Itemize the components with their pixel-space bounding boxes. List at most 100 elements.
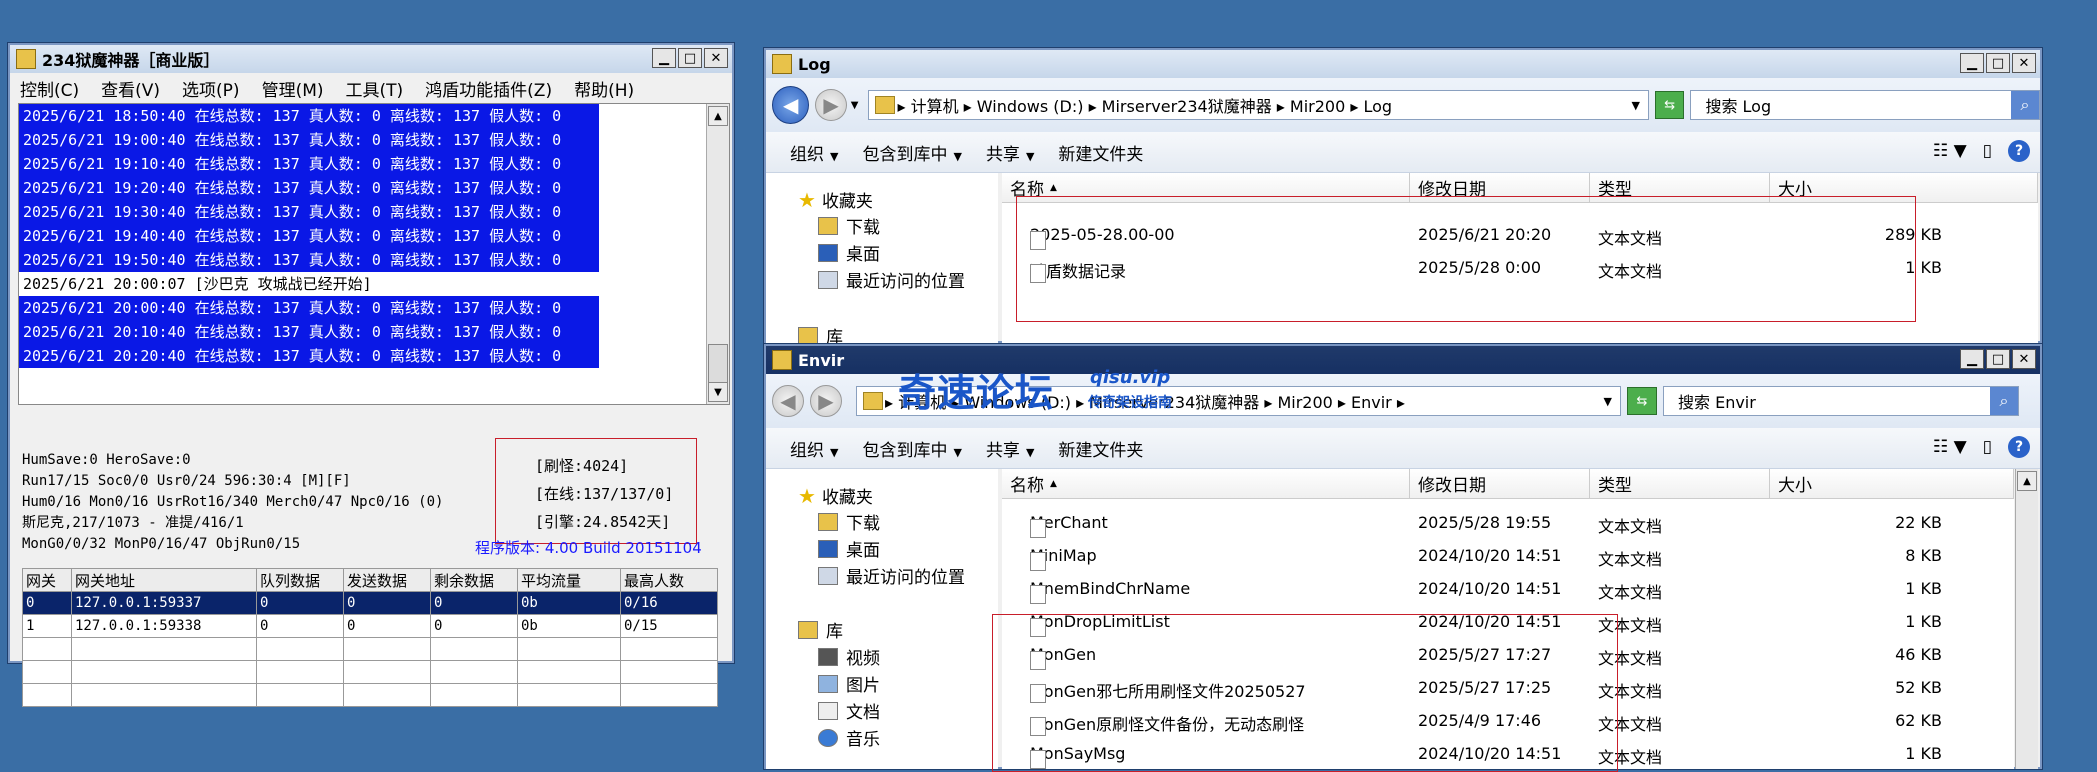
close-button[interactable]: ✕ (2012, 349, 2036, 369)
maximize-button[interactable]: □ (1986, 349, 2010, 369)
search-icon[interactable]: ⌕ (2011, 91, 2039, 119)
minimize-button[interactable]: ▁ (652, 48, 676, 68)
menu-view[interactable]: 查看(V) (101, 76, 160, 101)
envir-scrollbar[interactable]: ▲ (2015, 469, 2038, 769)
mir-title-bar[interactable]: 234狱魔神器［商业版］ ▁ □ ✕ (10, 45, 732, 73)
column-name[interactable]: 名称 ▲ (1002, 469, 1410, 499)
nav-downloads[interactable]: 下载 (818, 509, 880, 534)
share-button[interactable]: 共享 ▼ (986, 140, 1034, 165)
log-textarea[interactable]: 2025/6/21 18:50:40 在线总数: 137 真人数: 0 离线数:… (18, 103, 730, 405)
scroll-up-arrow[interactable]: ▲ (2017, 471, 2037, 491)
stat-monsters: [刷怪:4024] (535, 457, 629, 475)
scroll-thumb[interactable] (708, 344, 728, 386)
log-line[interactable]: 2025/6/21 20:10:40 在线总数: 137 真人数: 0 离线数:… (19, 320, 599, 344)
preview-pane-icon[interactable]: ▯ (1983, 141, 1992, 161)
log-line[interactable]: 2025/6/21 19:00:40 在线总数: 137 真人数: 0 离线数:… (19, 128, 599, 152)
include-library-button[interactable]: 包含到库中 ▼ (862, 436, 961, 461)
log-line[interactable]: 2025/6/21 19:40:40 在线总数: 137 真人数: 0 离线数:… (19, 224, 599, 248)
nav-library[interactable]: 库 (798, 617, 843, 642)
menu-manage[interactable]: 管理(M) (262, 76, 324, 101)
menu-tools[interactable]: 工具(T) (346, 76, 404, 101)
history-dropdown-icon[interactable]: ▼ (851, 100, 859, 111)
nav-recent[interactable]: 最近访问的位置 (818, 563, 965, 588)
forward-arrow-icon[interactable]: ▶ (815, 89, 847, 121)
file-row[interactable]: MerChant 2025/5/28 19:55 文本文档 22 KB (1002, 507, 2014, 540)
forward-arrow-icon[interactable]: ▶ (810, 385, 842, 417)
log-line[interactable]: 2025/6/21 18:50:40 在线总数: 137 真人数: 0 离线数:… (19, 104, 599, 128)
minimize-button[interactable]: ▁ (1960, 53, 1984, 73)
log-line[interactable]: 2025/6/21 19:20:40 在线总数: 137 真人数: 0 离线数:… (19, 176, 599, 200)
organize-button[interactable]: 组织 ▼ (790, 140, 838, 165)
file-row[interactable]: MnemBindChrName 2024/10/20 14:51 文本文档 1 KB (1002, 573, 2014, 606)
help-icon[interactable]: ? (2008, 140, 2030, 162)
new-folder-button[interactable]: 新建文件夹 (1058, 436, 1143, 461)
menu-options[interactable]: 选项(P) (182, 76, 240, 101)
menu-plugin[interactable]: 鸿盾功能插件(Z) (425, 76, 552, 101)
log-scrollbar[interactable]: ▲ ▼ (706, 104, 729, 404)
maximize-button[interactable]: □ (678, 48, 702, 68)
nav-documents[interactable]: 文档 (818, 698, 880, 723)
grid-header[interactable]: 网关地址 (71, 568, 257, 592)
mir-title: 234狱魔神器［商业版］ (42, 51, 220, 70)
grid-header[interactable]: 队列数据 (256, 568, 344, 592)
log-search-input[interactable]: 搜索 Log ⌕ (1690, 90, 2040, 120)
view-options-icon[interactable]: ☷ ▼ (1933, 437, 1967, 457)
log-line[interactable]: 2025/6/21 20:20:40 在线总数: 137 真人数: 0 离线数:… (19, 344, 599, 368)
grid-cell: 0 (430, 591, 518, 615)
nav-desktop[interactable]: 桌面 (818, 240, 880, 265)
column-date[interactable]: 修改日期 (1410, 469, 1590, 499)
include-library-button[interactable]: 包含到库中 ▼ (862, 140, 961, 165)
grid-header[interactable]: 网关 (22, 568, 72, 592)
file-row[interactable]: MiniMap 2024/10/20 14:51 文本文档 8 KB (1002, 540, 2014, 573)
nav-favorites[interactable]: ★ 收藏夹 (798, 187, 873, 213)
close-button[interactable]: ✕ (2012, 53, 2036, 73)
view-options-icon[interactable]: ☷ ▼ (1933, 141, 1967, 161)
table-row[interactable]: 0 127.0.0.1:59337 0 0 0 0b 0/16 (22, 591, 718, 615)
scroll-down-arrow[interactable]: ▼ (708, 382, 728, 402)
column-type[interactable]: 类型 (1590, 469, 1770, 499)
column-size[interactable]: 大小 (1770, 469, 2014, 499)
back-arrow-icon[interactable]: ◀ (772, 385, 804, 417)
log-line[interactable]: 2025/6/21 19:10:40 在线总数: 137 真人数: 0 离线数:… (19, 152, 599, 176)
log-breadcrumb[interactable]: ▸ 计算机 ▸ Windows (D:) ▸ Mirserver234狱魔神器 … (868, 90, 1649, 120)
table-row[interactable]: 1 127.0.0.1:59338 0 0 0 0b 0/15 (22, 614, 718, 638)
chevron-down-icon[interactable]: ▼ (1632, 99, 1640, 112)
grid-header[interactable]: 剩余数据 (430, 568, 518, 592)
minimize-button[interactable]: ▁ (1960, 349, 1984, 369)
nav-downloads[interactable]: 下载 (818, 213, 880, 238)
log-line[interactable]: 2025/6/21 20:00:40 在线总数: 137 真人数: 0 离线数:… (19, 296, 599, 320)
new-folder-button[interactable]: 新建文件夹 (1058, 140, 1143, 165)
organize-button[interactable]: 组织 ▼ (790, 436, 838, 461)
refresh-icon[interactable]: ⇆ (1627, 387, 1657, 415)
log-line[interactable]: 2025/6/21 20:00:07 [沙巴克 攻城战已经开始] (19, 272, 729, 296)
back-arrow-icon[interactable]: ◀ (772, 86, 810, 124)
status-line: 斯尼克,217/1073 - 准提/416/1 (22, 515, 244, 531)
nav-video[interactable]: 视频 (818, 644, 880, 669)
recent-places-icon (818, 270, 838, 289)
file-name: MiniMap (1030, 546, 1097, 571)
help-icon[interactable]: ? (2008, 436, 2030, 458)
close-button[interactable]: ✕ (704, 48, 728, 68)
nav-favorites[interactable]: ★ 收藏夹 (798, 483, 873, 509)
log-line[interactable]: 2025/6/21 19:30:40 在线总数: 137 真人数: 0 离线数:… (19, 200, 599, 224)
grid-header[interactable]: 最高人数 (620, 568, 718, 592)
search-icon[interactable]: ⌕ (1990, 387, 2018, 415)
refresh-icon[interactable]: ⇆ (1654, 91, 1685, 119)
log-line[interactable]: 2025/6/21 19:50:40 在线总数: 137 真人数: 0 离线数:… (19, 248, 599, 272)
nav-desktop[interactable]: 桌面 (818, 536, 880, 561)
nav-pictures[interactable]: 图片 (818, 671, 880, 696)
preview-pane-icon[interactable]: ▯ (1983, 437, 1992, 457)
nav-recent[interactable]: 最近访问的位置 (818, 267, 965, 292)
maximize-button[interactable]: □ (1986, 53, 2010, 73)
share-button[interactable]: 共享 ▼ (986, 436, 1034, 461)
file-size: 1 KB (1905, 579, 1942, 598)
menu-help[interactable]: 帮助(H) (574, 76, 634, 101)
grid-header[interactable]: 平均流量 (517, 568, 621, 592)
chevron-down-icon[interactable]: ▼ (1604, 395, 1612, 408)
nav-music[interactable]: 音乐 (818, 725, 880, 750)
grid-header[interactable]: 发送数据 (343, 568, 431, 592)
envir-search-input[interactable]: 搜索 Envir ⌕ (1663, 386, 2019, 416)
log-title-bar[interactable]: Log ▁ □ ✕ (766, 50, 2040, 78)
menu-control[interactable]: 控制(C) (20, 76, 79, 101)
scroll-up-arrow[interactable]: ▲ (708, 106, 728, 126)
